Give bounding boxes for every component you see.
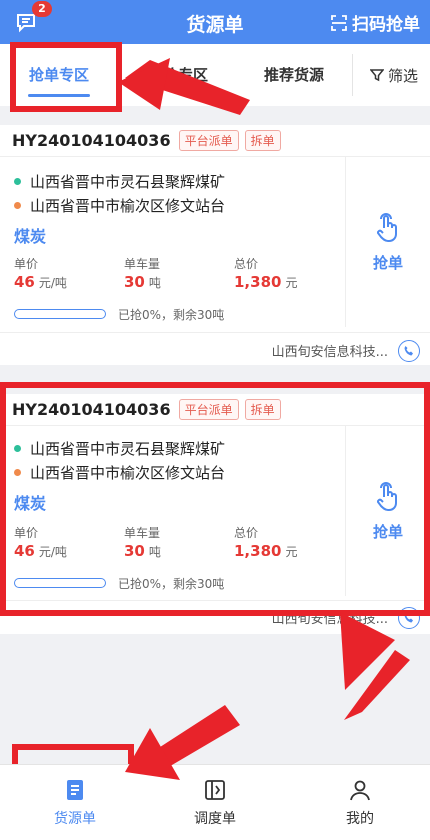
bottom-nav: 货源单 调度单 我的 — [0, 764, 430, 840]
nav-cargo-orders-label: 货源单 — [54, 811, 96, 827]
cargo-card[interactable]: HY240104104036 平台派单 拆单 山西省晋中市灵石县聚辉煤矿 山西省… — [0, 125, 430, 365]
dispatch-icon — [205, 780, 225, 800]
nav-dispatch-orders-label: 调度单 — [194, 811, 236, 827]
nav-mine-label: 我的 — [346, 811, 374, 827]
top-header: 2 货源单 扫码抢单 — [0, 0, 430, 44]
order-number: HY240104104036 — [12, 131, 171, 150]
card-header: HY240104104036 平台派单 拆单 — [0, 125, 430, 157]
filter-label: 筛选 — [387, 66, 418, 85]
destination-row: 山西省晋中市榆次区修文站台 — [14, 195, 225, 216]
document-icon — [67, 780, 83, 800]
goods-name: 煤炭 — [14, 227, 47, 246]
tab-recommended[interactable]: 推荐货源 — [246, 44, 342, 106]
scan-grab-label: 扫码抢单 — [352, 15, 420, 35]
origin-row: 山西省晋中市灵石县聚辉煤矿 — [14, 171, 225, 192]
unit-price-label: 单价 — [14, 257, 39, 271]
filter-icon — [369, 69, 384, 82]
unit-price-unit: 元/吨 — [38, 276, 67, 290]
tap-hand-icon — [377, 212, 397, 242]
arrow-to-card — [344, 650, 410, 720]
card-body: 山西省晋中市灵石县聚辉煤矿 山西省晋中市榆次区修文站台 煤炭 单价 46 元/吨 … — [0, 157, 430, 327]
total-price: 1,380 元 — [234, 273, 297, 291]
card-footer: 山西旬安信息科技... — [0, 332, 430, 368]
progress-text: 已抢0%，剩余30吨 — [118, 308, 225, 322]
phone-icon[interactable] — [398, 339, 420, 362]
origin-dot-icon — [14, 178, 21, 185]
annotation-box-card — [0, 382, 430, 616]
tag-split-order: 拆单 — [244, 130, 281, 151]
nav-dispatch-orders[interactable]: 调度单 — [160, 765, 270, 840]
grab-order-label: 抢单 — [372, 253, 403, 272]
total-price-label: 总价 — [234, 257, 259, 271]
per-truck-label: 单车量 — [124, 257, 161, 271]
total-price-value: 1,380 — [234, 273, 282, 291]
tag-platform-dispatch: 平台派单 — [178, 130, 239, 151]
unit-price: 46 元/吨 — [14, 273, 67, 291]
message-badge: 2 — [32, 1, 52, 17]
person-icon — [350, 780, 370, 801]
total-price-unit: 元 — [285, 276, 298, 290]
per-truck-value: 30 — [124, 273, 145, 291]
destination-address: 山西省晋中市榆次区修文站台 — [30, 197, 226, 215]
nav-mine[interactable]: 我的 — [305, 765, 415, 840]
scan-icon — [331, 14, 347, 31]
origin-address: 山西省晋中市灵石县聚辉煤矿 — [30, 173, 226, 191]
unit-price-value: 46 — [14, 273, 35, 291]
destination-dot-icon — [14, 202, 21, 209]
per-truck-unit: 吨 — [148, 276, 161, 290]
tab-divider — [352, 54, 353, 96]
tab-quote-zone[interactable]: 报价专区 — [128, 44, 228, 106]
filter-button[interactable]: 筛选 — [369, 44, 418, 106]
per-truck: 30 吨 — [124, 273, 161, 291]
grab-order-button[interactable]: 抢单 — [345, 157, 430, 327]
annotation-box-tab — [10, 42, 122, 112]
company-name: 山西旬安信息科技... — [271, 345, 388, 360]
nav-cargo-orders[interactable]: 货源单 — [20, 765, 130, 840]
grab-progress-bar — [14, 309, 106, 319]
scan-grab-button[interactable]: 扫码抢单 — [330, 10, 420, 35]
